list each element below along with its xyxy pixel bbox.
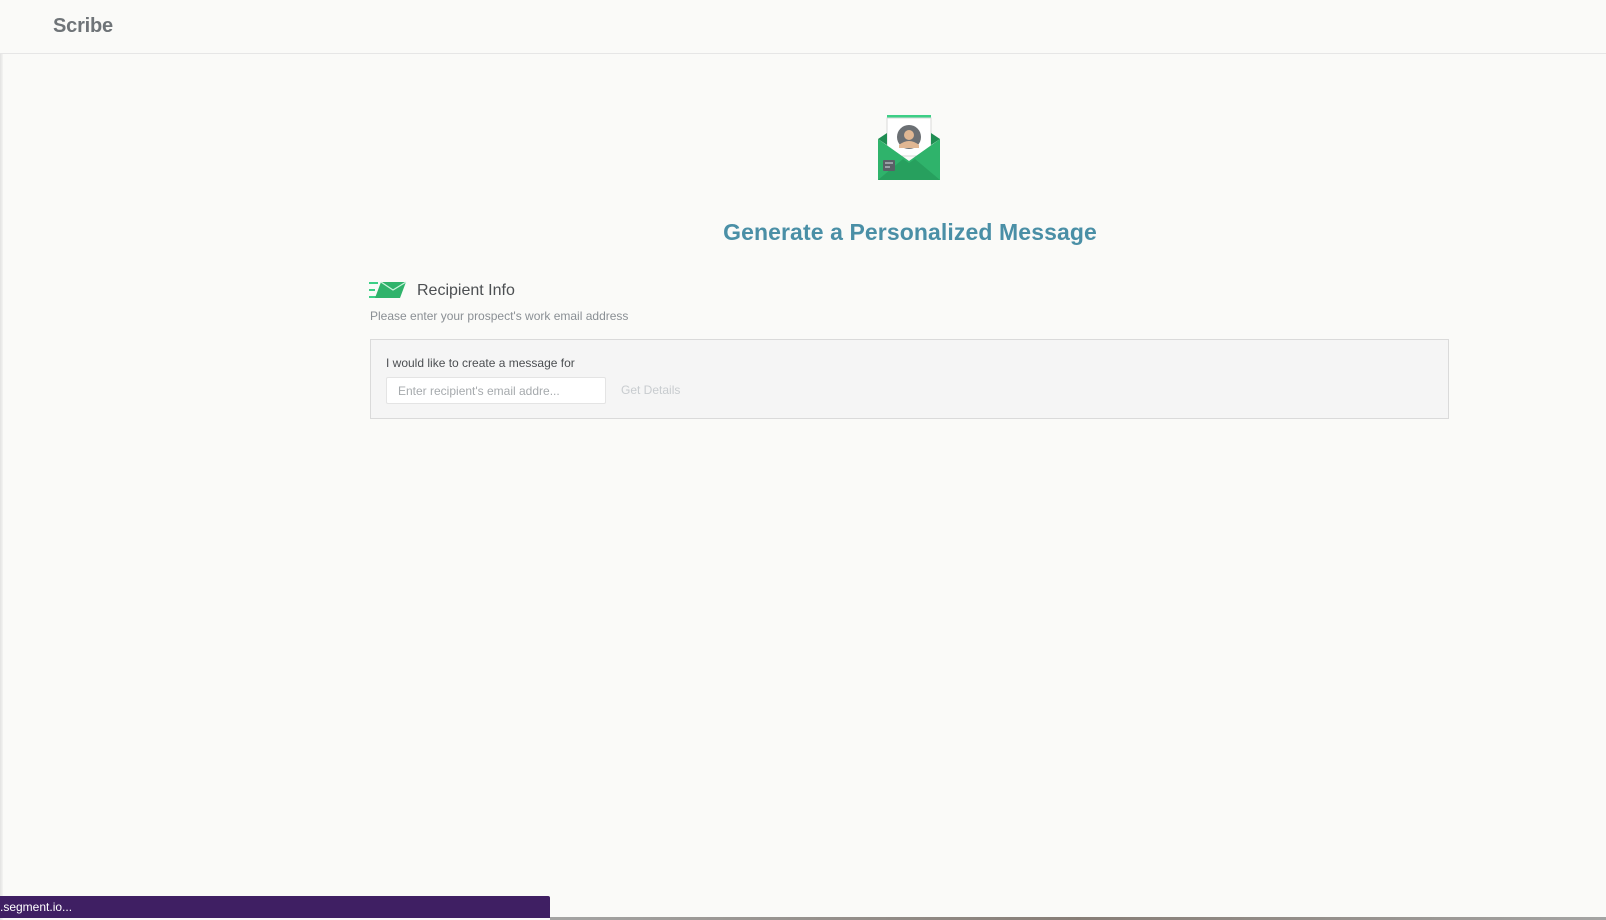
page-title: Generate a Personalized Message	[723, 219, 1097, 246]
recipient-form-card: I would like to create a message for Get…	[370, 339, 1449, 419]
recipient-email-input[interactable]	[386, 377, 606, 404]
brand-logo[interactable]: Scribe	[53, 15, 113, 38]
window-left-edge	[0, 0, 3, 920]
status-bar-url: .segment.io...	[0, 900, 73, 914]
message-for-label: I would like to create a message for	[386, 356, 575, 370]
personalized-mail-icon	[877, 115, 941, 181]
top-navbar: Scribe	[0, 0, 1606, 54]
get-details-button[interactable]: Get Details	[621, 383, 680, 397]
browser-status-bar: .segment.io...	[0, 896, 550, 918]
recipient-info-instructions: Please enter your prospect's work email …	[370, 309, 629, 323]
recipient-info-heading: Recipient Info	[417, 282, 515, 299]
fast-mail-icon	[369, 280, 407, 300]
